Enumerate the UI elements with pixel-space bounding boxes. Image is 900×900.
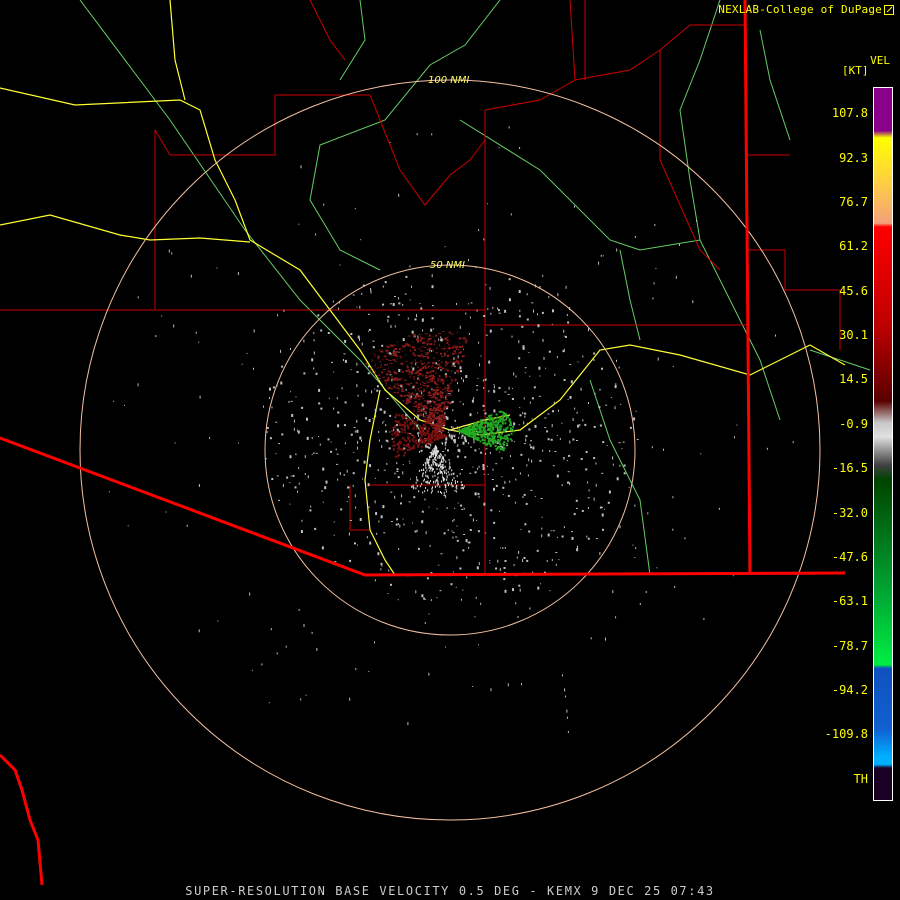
range-rings — [79, 79, 821, 821]
credit-text: NEXLAB-College of DuPage — [718, 3, 882, 16]
legend-tick: 30.1 — [839, 328, 868, 342]
external-link-icon[interactable] — [884, 5, 894, 15]
legend-tick: -94.2 — [831, 683, 868, 697]
legend-tick: -109.8 — [824, 727, 868, 741]
state-border-az-nm — [743, 0, 752, 576]
legend-tick: -63.1 — [831, 594, 868, 608]
county-borders-layer — [0, 0, 841, 575]
legend-tick: -78.7 — [831, 639, 868, 653]
legend-tick: 76.7 — [839, 195, 868, 209]
legend-title: VEL — [870, 54, 890, 67]
legend-tick: 14.5 — [839, 372, 868, 386]
coast-border — [0, 753, 44, 886]
legend-tick: 61.2 — [839, 239, 868, 253]
range-ring-100nmi — [79, 79, 821, 821]
legend-tick: -47.6 — [831, 550, 868, 564]
credit-label: NEXLAB-College of DuPage — [718, 3, 894, 16]
ring-label-100: 100 NMI — [428, 75, 469, 86]
international-border — [0, 436, 846, 577]
product-caption: SUPER-RESOLUTION BASE VELOCITY 0.5 DEG -… — [185, 884, 715, 898]
highways-layer — [0, 0, 846, 576]
legend-tick: 92.3 — [839, 151, 868, 165]
legend-tick: TH — [853, 772, 868, 786]
legend-tick: -0.9 — [839, 417, 868, 431]
rivers-layer — [79, 0, 871, 576]
velocity-color-scale — [873, 87, 893, 801]
legend-tick: -32.0 — [831, 506, 868, 520]
legend-tick: -16.5 — [831, 461, 868, 475]
legend-tick: 107.8 — [831, 106, 868, 120]
ring-label-50: 50 NMI — [430, 260, 465, 271]
radar-map: 100 NMI 50 NMI — [0, 0, 871, 886]
legend-tick: 45.6 — [839, 284, 868, 298]
legend-unit: [KT] — [842, 64, 869, 77]
